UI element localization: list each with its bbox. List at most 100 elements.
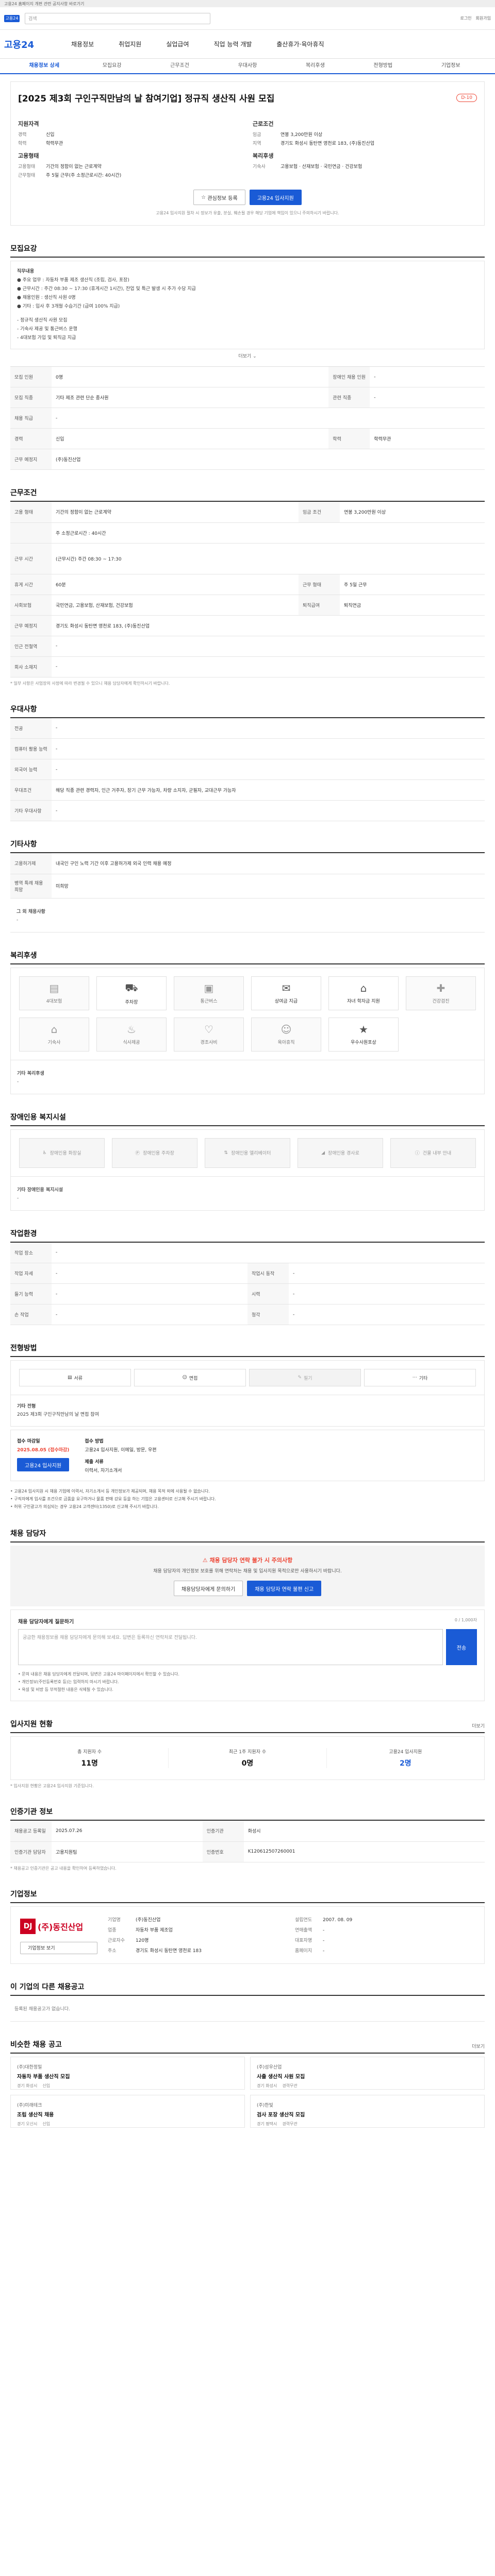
- summary-cond-title: 근로조건: [253, 121, 274, 127]
- company-section: 기업정보 DJ (주)동진산업 기업정보 보기 기업명 (주)동진산업 설립연도 20…: [10, 1889, 485, 1964]
- disability-etc: 기타 장애인용 복지시설 -: [10, 1176, 485, 1211]
- tab-recruit[interactable]: 모집요강: [78, 59, 145, 73]
- tab-company[interactable]: 기업정보: [417, 59, 485, 73]
- search-input[interactable]: 검색: [25, 12, 210, 24]
- section-title: 기업정보: [10, 1889, 485, 1903]
- alert-text: 채용 담당자의 개인정보 보호를 위해 연락처는 채용 및 입사지원 목적으로만…: [153, 1569, 342, 1574]
- apply-date-value: 2025.08.05 (접수마감): [17, 1448, 70, 1453]
- row-key: 사회보험: [10, 595, 52, 616]
- login-link[interactable]: 로그인: [460, 15, 471, 21]
- kv-value: 신입: [46, 132, 55, 138]
- qa-send-button[interactable]: 전송: [446, 1629, 477, 1665]
- small-logo[interactable]: 고용24: [4, 14, 20, 22]
- job-card-location: 경기 오산시: [17, 2121, 38, 2126]
- method-label: 기타: [419, 1376, 428, 1381]
- welfare-card: ▣ 통근버스: [174, 976, 244, 1010]
- stat-value: 11명: [81, 1759, 98, 1768]
- row-key: 외국어 능력: [10, 759, 52, 780]
- selection-etc-label: 기타 전형: [17, 1404, 36, 1409]
- section-title: 기타사항: [10, 839, 485, 853]
- job-card-career: 경력무관: [282, 2083, 298, 2088]
- pencil-icon: ✎: [298, 1375, 302, 1380]
- job-card-career: 신입: [42, 2121, 51, 2126]
- job-card[interactable]: (주)성우산업 사출 생산직 사원 모집 경기 화성시 경력무관: [250, 2056, 485, 2090]
- tab-detail[interactable]: 채용정보 상세: [10, 59, 78, 73]
- menu-benefit[interactable]: 실업급여: [166, 40, 189, 48]
- row-value: -: [370, 366, 485, 387]
- apply-method-label: 접수 방법: [85, 1439, 104, 1444]
- house-icon: ⌂: [51, 1023, 58, 1036]
- applicant-stats: 총 지원자 수 11명 최근 1주 지원자 수 0명 고용24 입사지원 2명: [10, 1736, 485, 1780]
- job-card[interactable]: (주)대한정밀 자동차 부품 생산직 모집 경기 화성시 신입: [10, 2056, 245, 2090]
- info-key: 홈페이지: [295, 1948, 312, 1954]
- signup-link[interactable]: 회원가입: [476, 15, 491, 21]
- row-value: 연봉 3,200만원 이상: [340, 502, 485, 523]
- summary-left: 지원자격 경력 신입 학력 학력무관 고용형태 고용형태 기간의 정함이 없는 근로계…: [18, 114, 242, 180]
- menu-training[interactable]: 직업 능력 개발: [214, 40, 252, 48]
- row-key: 우대조건: [10, 779, 52, 801]
- duty-line: 직무내용: [17, 269, 35, 274]
- more-label: 더보기: [238, 354, 252, 359]
- company-info-button[interactable]: 기업정보 보기: [20, 1941, 97, 1954]
- tab-selection[interactable]: 전형방법: [349, 59, 417, 73]
- job-card-title: 자동차 부품 생산직 모집: [17, 2074, 70, 2080]
- duty-more-button[interactable]: 더보기 ⌄: [10, 352, 485, 359]
- kv-key: 학력: [18, 141, 27, 146]
- tab-welfare[interactable]: 복리후생: [282, 59, 349, 73]
- apply-button[interactable]: 고용24 입사지원: [249, 190, 302, 205]
- welfare-card: ★ 우수사원포상: [328, 1017, 399, 1052]
- job-card-title: 사출 생산직 사원 모집: [257, 2074, 305, 2080]
- info-value: -: [323, 1938, 325, 1943]
- row-key: 퇴직급여: [299, 595, 340, 616]
- report-contact-button[interactable]: 채용 담당자 연락 불편 신고: [247, 1581, 322, 1596]
- brand-logo[interactable]: 고용24: [4, 38, 71, 51]
- company-info-item: 홈페이지 -: [295, 1947, 475, 1954]
- row-key: 채용공고 등록일: [10, 1821, 52, 1842]
- welfare-label: 기숙사: [47, 1040, 61, 1045]
- company-logo: DJ (주)동진산업: [20, 1916, 97, 1937]
- tab-conditions[interactable]: 근무조건: [146, 59, 213, 73]
- row-key: 장애인 채용 인원: [328, 366, 370, 387]
- alert-title-text: 채용 담당자 연락 불가 시 주의사항: [209, 1557, 293, 1564]
- selection-etc: 기타 전형 2025 제3회 구인구직만남의 날 면접 참여: [10, 1395, 485, 1427]
- similar-cards: (주)대한정밀 자동차 부품 생산직 모집 경기 화성시 신입 (주)성우산업 사출 생…: [10, 2056, 485, 2128]
- apply-fine-print: 고용24 입사지원 절차 시 정보가 유출, 분실, 훼손될 경우 해당 기업에…: [156, 211, 339, 215]
- docs-value: 이력서, 자기소개서: [85, 1468, 122, 1473]
- disability-card: ♿ 장애인용 화장실: [19, 1138, 105, 1168]
- menu-recruit[interactable]: 채용정보: [71, 40, 94, 48]
- job-card[interactable]: (주)미래테크 조립 생산직 채용 경기 오산시 신입: [10, 2094, 245, 2128]
- kv-value: 연봉 3,200만원 이상: [280, 132, 323, 138]
- row-value: 기타 제조 관련 단순 종사원: [52, 387, 329, 408]
- company-info-item: 주소 경기도 화성시 동탄면 영천로 183: [108, 1947, 288, 1954]
- row-value: 미희망: [52, 874, 485, 899]
- heart-icon: ♡: [204, 1023, 213, 1036]
- section-title: 장애인용 복지시설: [10, 1112, 485, 1126]
- company-info-item: 근로자수 120명: [108, 1937, 288, 1944]
- tab-preference[interactable]: 우대사항: [213, 59, 281, 73]
- scrap-button[interactable]: ☆ 관심정보 등록: [193, 190, 245, 205]
- company-info: 기업명 (주)동진산업 설립연도 2007. 08. 09 업종 자동차 부품 제조업…: [108, 1916, 475, 1954]
- similar-more-link[interactable]: 더보기: [472, 2043, 485, 2049]
- ask-contact-button[interactable]: 채용담당자에게 문의하기: [173, 1581, 243, 1596]
- job-card-title: 검사 포장 생산직 모집: [257, 2112, 305, 2118]
- notice-bar[interactable]: 고용24 홈페이지 개편 관련 공지사항 바로가기: [0, 0, 495, 7]
- contact-alert: ⚠ 채용 담당자 연락 불가 시 주의사항 채용 담당자의 개인정보 보호를 위…: [10, 1546, 485, 1606]
- etc-icon: ⋯: [412, 1375, 417, 1380]
- row-key: 작업 자세: [10, 1263, 52, 1284]
- row-key: 근무 예정지: [10, 449, 52, 470]
- qa-box: 채용 담당자에게 질문하기 0 / 1,000자 궁금한 채용정보를 채용 담당자…: [10, 1609, 485, 1701]
- row-value: 내국인 구인 노력 기간 이후 고용허가제 외국 인력 채용 예정: [52, 853, 485, 874]
- qa-textarea[interactable]: 궁금한 채용정보를 채용 담당자에게 문의해 보세요. 답변은 등록하신 연락처…: [18, 1629, 443, 1665]
- menu-employment[interactable]: 취업지원: [119, 40, 141, 48]
- apply-button-bottom[interactable]: 고용24 입사지원: [17, 1458, 70, 1471]
- job-card-company: (주)미래테크: [17, 2103, 42, 2108]
- menu-leave[interactable]: 출산휴가·육아휴직: [276, 40, 324, 48]
- summary-right: 근로조건 임금 연봉 3,200만원 이상 지역 경기도 화성시 동탄면 영천로 1…: [253, 114, 477, 180]
- company-logo-mark: DJ: [20, 1918, 36, 1934]
- disability-label: 장애인용 주차장: [143, 1151, 174, 1156]
- applicants-more-link[interactable]: 더보기: [472, 1722, 485, 1729]
- job-card[interactable]: (주)한빛 검사 포장 생산직 모집 경기 평택시 경력무관: [250, 2094, 485, 2128]
- row-key: 작업시 동작: [248, 1263, 289, 1284]
- job-card-career: 경력무관: [282, 2121, 298, 2126]
- row-key: 근무 예정지: [10, 615, 52, 636]
